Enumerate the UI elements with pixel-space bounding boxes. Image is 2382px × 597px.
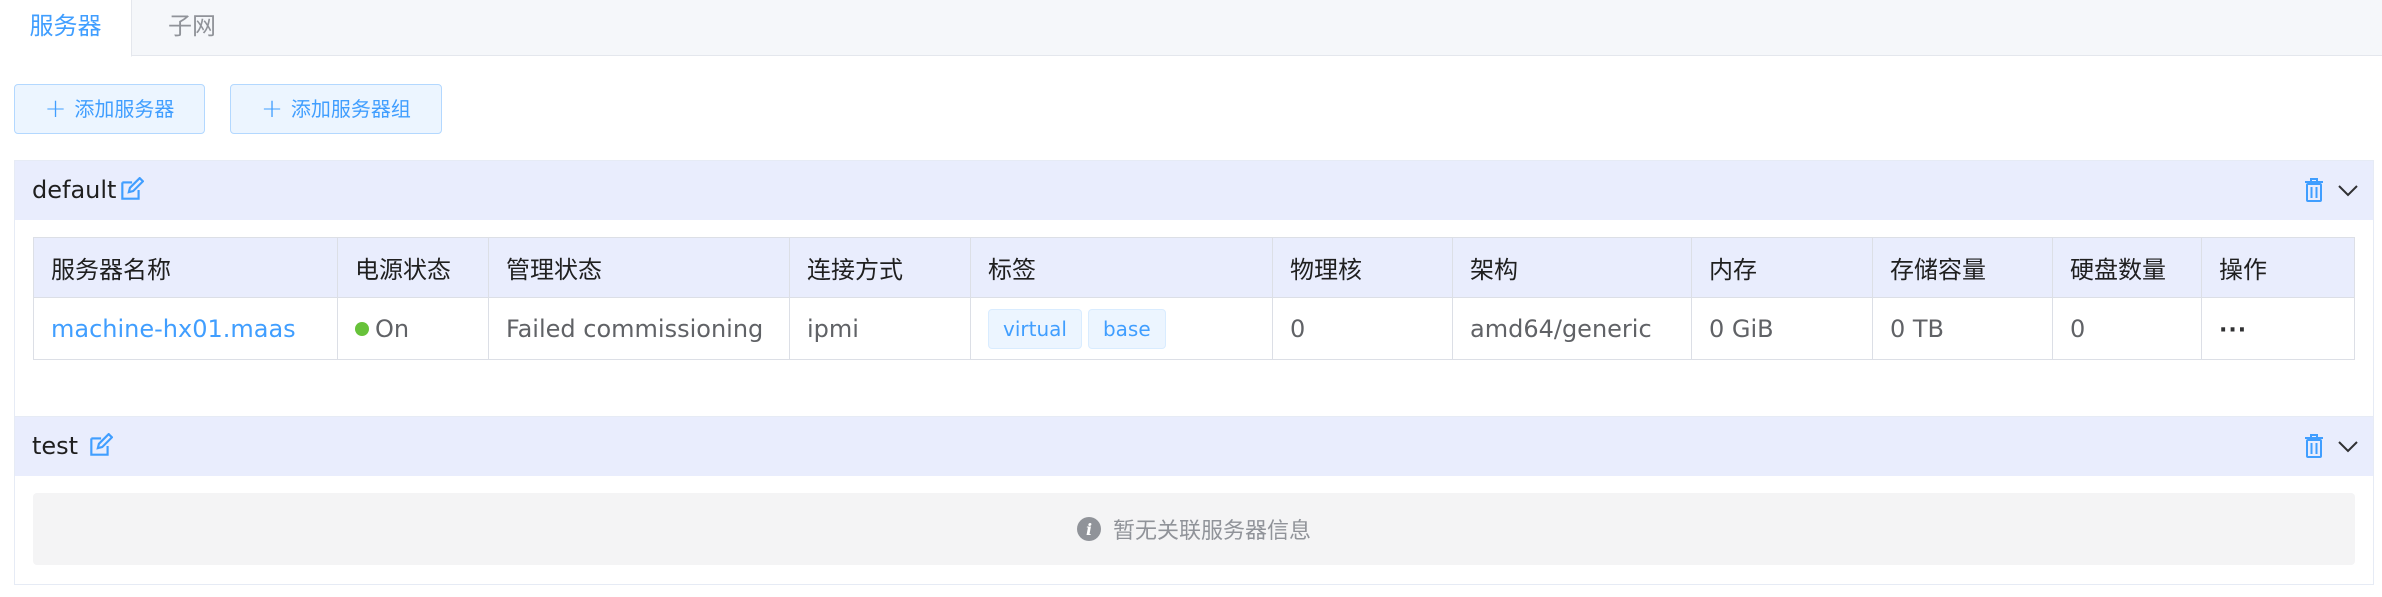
edit-icon[interactable] — [87, 433, 113, 459]
table-row: machine-hx01.maas On Failed commissionin… — [33, 297, 2355, 360]
arch-cell: amd64/generic — [1452, 297, 1692, 360]
column-header: 标签 — [970, 237, 1273, 298]
column-header: 硬盘数量 — [2052, 237, 2202, 298]
tab-servers[interactable]: 服务器 — [0, 0, 132, 57]
cores-cell: 0 — [1272, 297, 1453, 360]
trash-icon[interactable] — [2302, 433, 2326, 459]
server-group-default: default 服务器名称 电源状态 管理状态 连接方式 标签 物理核 架构 内… — [14, 160, 2374, 417]
add-server-group-label: 添加服务器组 — [290, 97, 411, 121]
add-server-group-button[interactable]: + 添加服务器组 — [230, 84, 442, 134]
disks-cell: 0 — [2052, 297, 2202, 360]
storage-cell: 0 TB — [1872, 297, 2053, 360]
column-header: 存储容量 — [1872, 237, 2053, 298]
server-name-link[interactable]: machine-hx01.maas — [51, 315, 296, 343]
server-group-test: test i 暂无关联服务器信息 — [14, 417, 2374, 585]
tab-subnets[interactable]: 子网 — [132, 0, 252, 57]
actions-cell: ··· — [2202, 298, 2355, 360]
power-state-text: On — [375, 314, 410, 343]
column-header: 电源状态 — [337, 237, 489, 298]
management-status-cell: Failed commissioning — [488, 297, 790, 360]
group-title: default — [32, 176, 117, 204]
column-header: 物理核 — [1272, 237, 1453, 298]
info-icon: i — [1076, 517, 1101, 541]
group-header[interactable]: test — [15, 417, 2373, 476]
more-actions-icon[interactable]: ··· — [2219, 318, 2247, 343]
tags-cell: virtual base — [970, 297, 1273, 360]
column-header: 连接方式 — [789, 237, 971, 298]
table-header-row: 服务器名称 电源状态 管理状态 连接方式 标签 物理核 架构 内存 存储容量 硬… — [33, 237, 2355, 298]
tab-bar: 服务器 子网 — [0, 0, 2382, 57]
plus-icon: + — [261, 94, 283, 124]
column-header: 服务器名称 — [33, 237, 338, 298]
empty-state: i 暂无关联服务器信息 — [33, 493, 2355, 565]
group-header[interactable]: default — [15, 161, 2373, 220]
tag: base — [1087, 308, 1166, 349]
column-header: 内存 — [1691, 237, 1873, 298]
power-state-cell: On — [337, 297, 489, 360]
add-server-button[interactable]: + 添加服务器 — [14, 84, 205, 134]
column-header: 架构 — [1452, 237, 1692, 298]
power-status-dot — [355, 321, 369, 336]
group-title: test — [32, 432, 79, 460]
server-table: 服务器名称 电源状态 管理状态 连接方式 标签 物理核 架构 内存 存储容量 硬… — [33, 237, 2355, 360]
column-header: 管理状态 — [488, 237, 790, 298]
connection-cell: ipmi — [789, 297, 971, 360]
chevron-down-icon[interactable] — [2337, 179, 2359, 201]
memory-cell: 0 GiB — [1691, 297, 1873, 360]
add-server-label: 添加服务器 — [74, 97, 175, 121]
server-name-cell: machine-hx01.maas — [33, 297, 338, 360]
column-header: 操作 — [2201, 237, 2355, 298]
plus-icon: + — [44, 94, 67, 124]
chevron-down-icon[interactable] — [2337, 435, 2359, 457]
tag: virtual — [988, 308, 1082, 349]
empty-state-text: 暂无关联服务器信息 — [1112, 519, 1311, 544]
edit-icon[interactable] — [118, 177, 144, 203]
trash-icon[interactable] — [2302, 177, 2326, 203]
